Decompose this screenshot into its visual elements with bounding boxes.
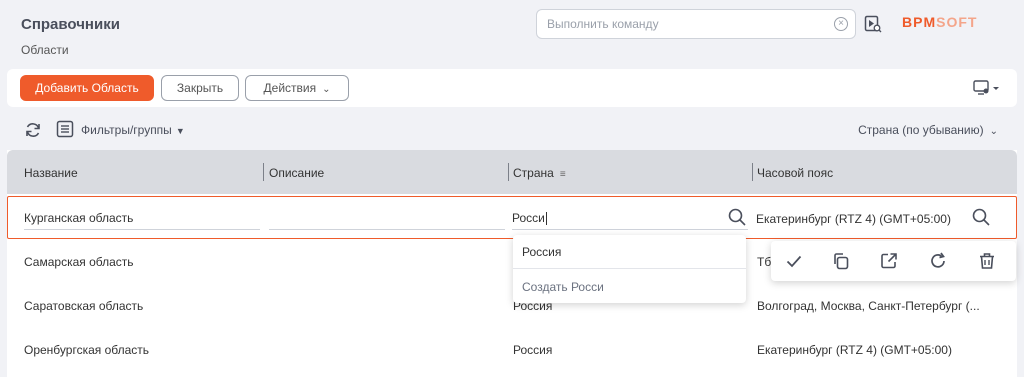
actions-button[interactable]: Действия ⌄	[245, 75, 349, 101]
delete-icon[interactable]	[978, 252, 996, 270]
grid-header: Название Описание Страна ≡ Часовой пояс	[7, 150, 1017, 194]
sort-selector[interactable]: Страна (по убыванию) ⌄	[858, 123, 998, 137]
table-row[interactable]: Оренбургская область Россия Екатеринбург…	[7, 328, 1017, 372]
row-name: Саратовская область	[24, 299, 144, 313]
row-timezone: Екатеринбург (RTZ 4) (GMT+05:00)	[757, 343, 952, 357]
add-region-button[interactable]: Добавить Область	[20, 75, 154, 101]
open-icon[interactable]	[880, 252, 898, 270]
chevron-down-icon: ⌄	[989, 126, 998, 137]
search-icon[interactable]	[972, 208, 990, 226]
column-header-description[interactable]: Описание	[269, 166, 324, 180]
search-icon[interactable]	[728, 208, 746, 226]
page-subtitle: Области	[21, 43, 69, 57]
row-actions-panel	[771, 241, 1016, 281]
column-resize-handle[interactable]	[508, 163, 509, 181]
toolbar: Добавить Область Закрыть Действия ⌄	[7, 69, 1017, 107]
page-title: Справочники	[21, 16, 120, 33]
row-country: Россия	[513, 343, 553, 357]
table-row[interactable]: Саратовская область Россия Волгоград, Мо…	[7, 284, 1017, 328]
column-resize-handle[interactable]	[263, 163, 264, 181]
country-lookup-dropdown: Россия Создать Росси	[513, 235, 746, 303]
clear-icon[interactable]: ×	[834, 17, 848, 31]
timezone-field[interactable]: Екатеринбург (RTZ 4) (GMT+05:00)	[756, 212, 951, 226]
column-resize-handle[interactable]	[752, 163, 753, 181]
dropdown-option[interactable]: Россия	[522, 245, 561, 259]
check-icon[interactable]	[785, 252, 803, 270]
text-cursor	[545, 212, 547, 226]
name-field[interactable]: Курганская область	[24, 210, 260, 230]
video-help-icon[interactable]	[864, 15, 882, 33]
column-header-name[interactable]: Название	[24, 166, 78, 180]
filters-groups-button[interactable]: Фильтры/группы ▼	[81, 123, 185, 137]
divider	[513, 268, 746, 269]
actions-label: Действия	[263, 81, 317, 95]
edit-row[interactable]: Курганская область Росси Екатеринбург (R…	[7, 196, 1017, 239]
sort-icon: ≡	[559, 169, 566, 180]
row-timezone: Волгоград, Москва, Санкт-Петербург (...	[757, 299, 980, 313]
filters-groups-label: Фильтры/группы	[81, 123, 172, 137]
caret-down-icon: ▼	[175, 126, 185, 136]
column-header-country-label: Страна	[513, 166, 554, 180]
sort-label: Страна (по убыванию)	[858, 123, 984, 137]
description-field[interactable]	[269, 210, 505, 230]
country-field-value: Росси	[512, 211, 545, 225]
refresh-icon[interactable]	[24, 121, 42, 139]
close-button[interactable]: Закрыть	[161, 75, 239, 101]
bpmsoft-logo: BPMSOFT	[902, 14, 978, 30]
command-input[interactable]	[547, 10, 827, 38]
row-name: Самарская область	[24, 255, 134, 269]
command-line[interactable]: ×	[536, 9, 856, 39]
copy-icon[interactable]	[832, 252, 850, 270]
chevron-down-icon: ⌄	[322, 84, 331, 95]
column-header-timezone[interactable]: Часовой пояс	[757, 166, 833, 180]
country-field[interactable]: Росси	[512, 210, 748, 230]
create-country-option[interactable]: Создать Росси	[522, 280, 604, 294]
filter-icon[interactable]	[56, 120, 74, 138]
view-settings-icon[interactable]	[973, 80, 999, 96]
row-name: Оренбургская область	[24, 343, 150, 357]
cancel-icon[interactable]	[929, 252, 947, 270]
column-header-country[interactable]: Страна ≡	[513, 166, 566, 180]
